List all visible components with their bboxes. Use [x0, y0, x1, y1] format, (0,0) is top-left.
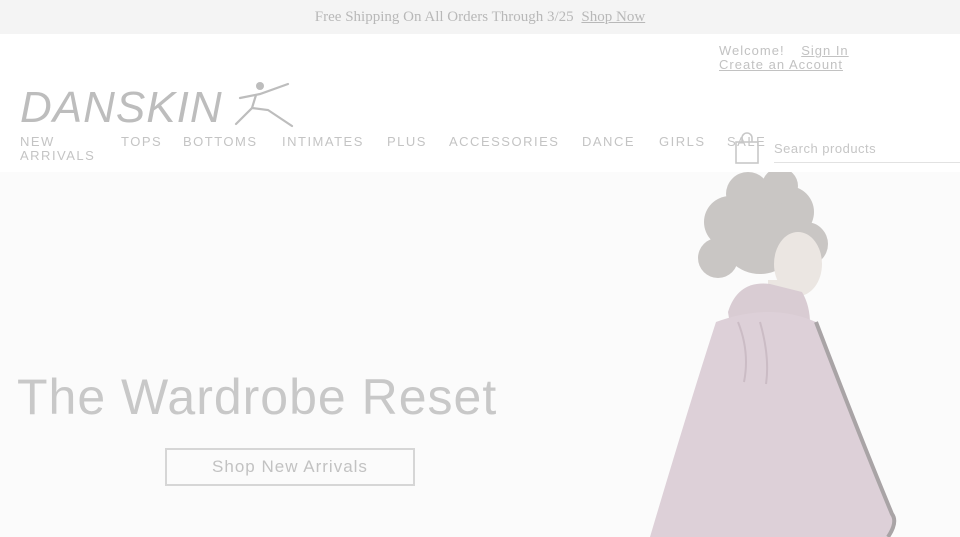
leaping-dancer-icon: [234, 82, 294, 128]
nav-item-accessories[interactable]: ACCESSORIES: [449, 135, 559, 149]
nav-item-bottoms[interactable]: BOTTOMS: [183, 135, 258, 149]
nav-item-dance[interactable]: DANCE: [582, 135, 635, 149]
nav-item-intimates[interactable]: INTIMATES: [282, 135, 364, 149]
search-box: [774, 134, 960, 163]
nav-item-new-arrivals[interactable]: NEW ARRIVALS: [20, 135, 100, 163]
danskin-logo[interactable]: DANSKIN: [20, 80, 296, 132]
create-account-link[interactable]: Create an Account: [719, 57, 843, 72]
nav-item-girls[interactable]: GIRLS: [659, 135, 706, 149]
shop-new-arrivals-button[interactable]: Shop New Arrivals: [165, 448, 415, 486]
hero-banner: The Wardrobe Reset Shop New Arrivals: [0, 172, 960, 537]
promo-text: Free Shipping On All Orders Through 3/25: [314, 9, 574, 25]
hero-headline: The Wardrobe Reset: [17, 369, 498, 425]
hero-model-image: [650, 172, 897, 537]
search-input[interactable]: [774, 136, 954, 160]
nav-item-tops[interactable]: TOPS: [121, 135, 162, 149]
welcome-text: Welcome!: [719, 43, 785, 58]
shopping-bag-icon[interactable]: [734, 131, 760, 165]
sign-in-link[interactable]: Sign In: [801, 43, 848, 58]
logo-text: DANSKIN: [20, 83, 223, 130]
promo-banner: Free Shipping On All Orders Through 3/25…: [0, 0, 960, 34]
promo-shop-now-link[interactable]: Shop Now: [581, 9, 645, 25]
account-links: Welcome! Sign In Create an Account: [719, 44, 849, 72]
nav-item-plus[interactable]: PLUS: [387, 135, 427, 149]
